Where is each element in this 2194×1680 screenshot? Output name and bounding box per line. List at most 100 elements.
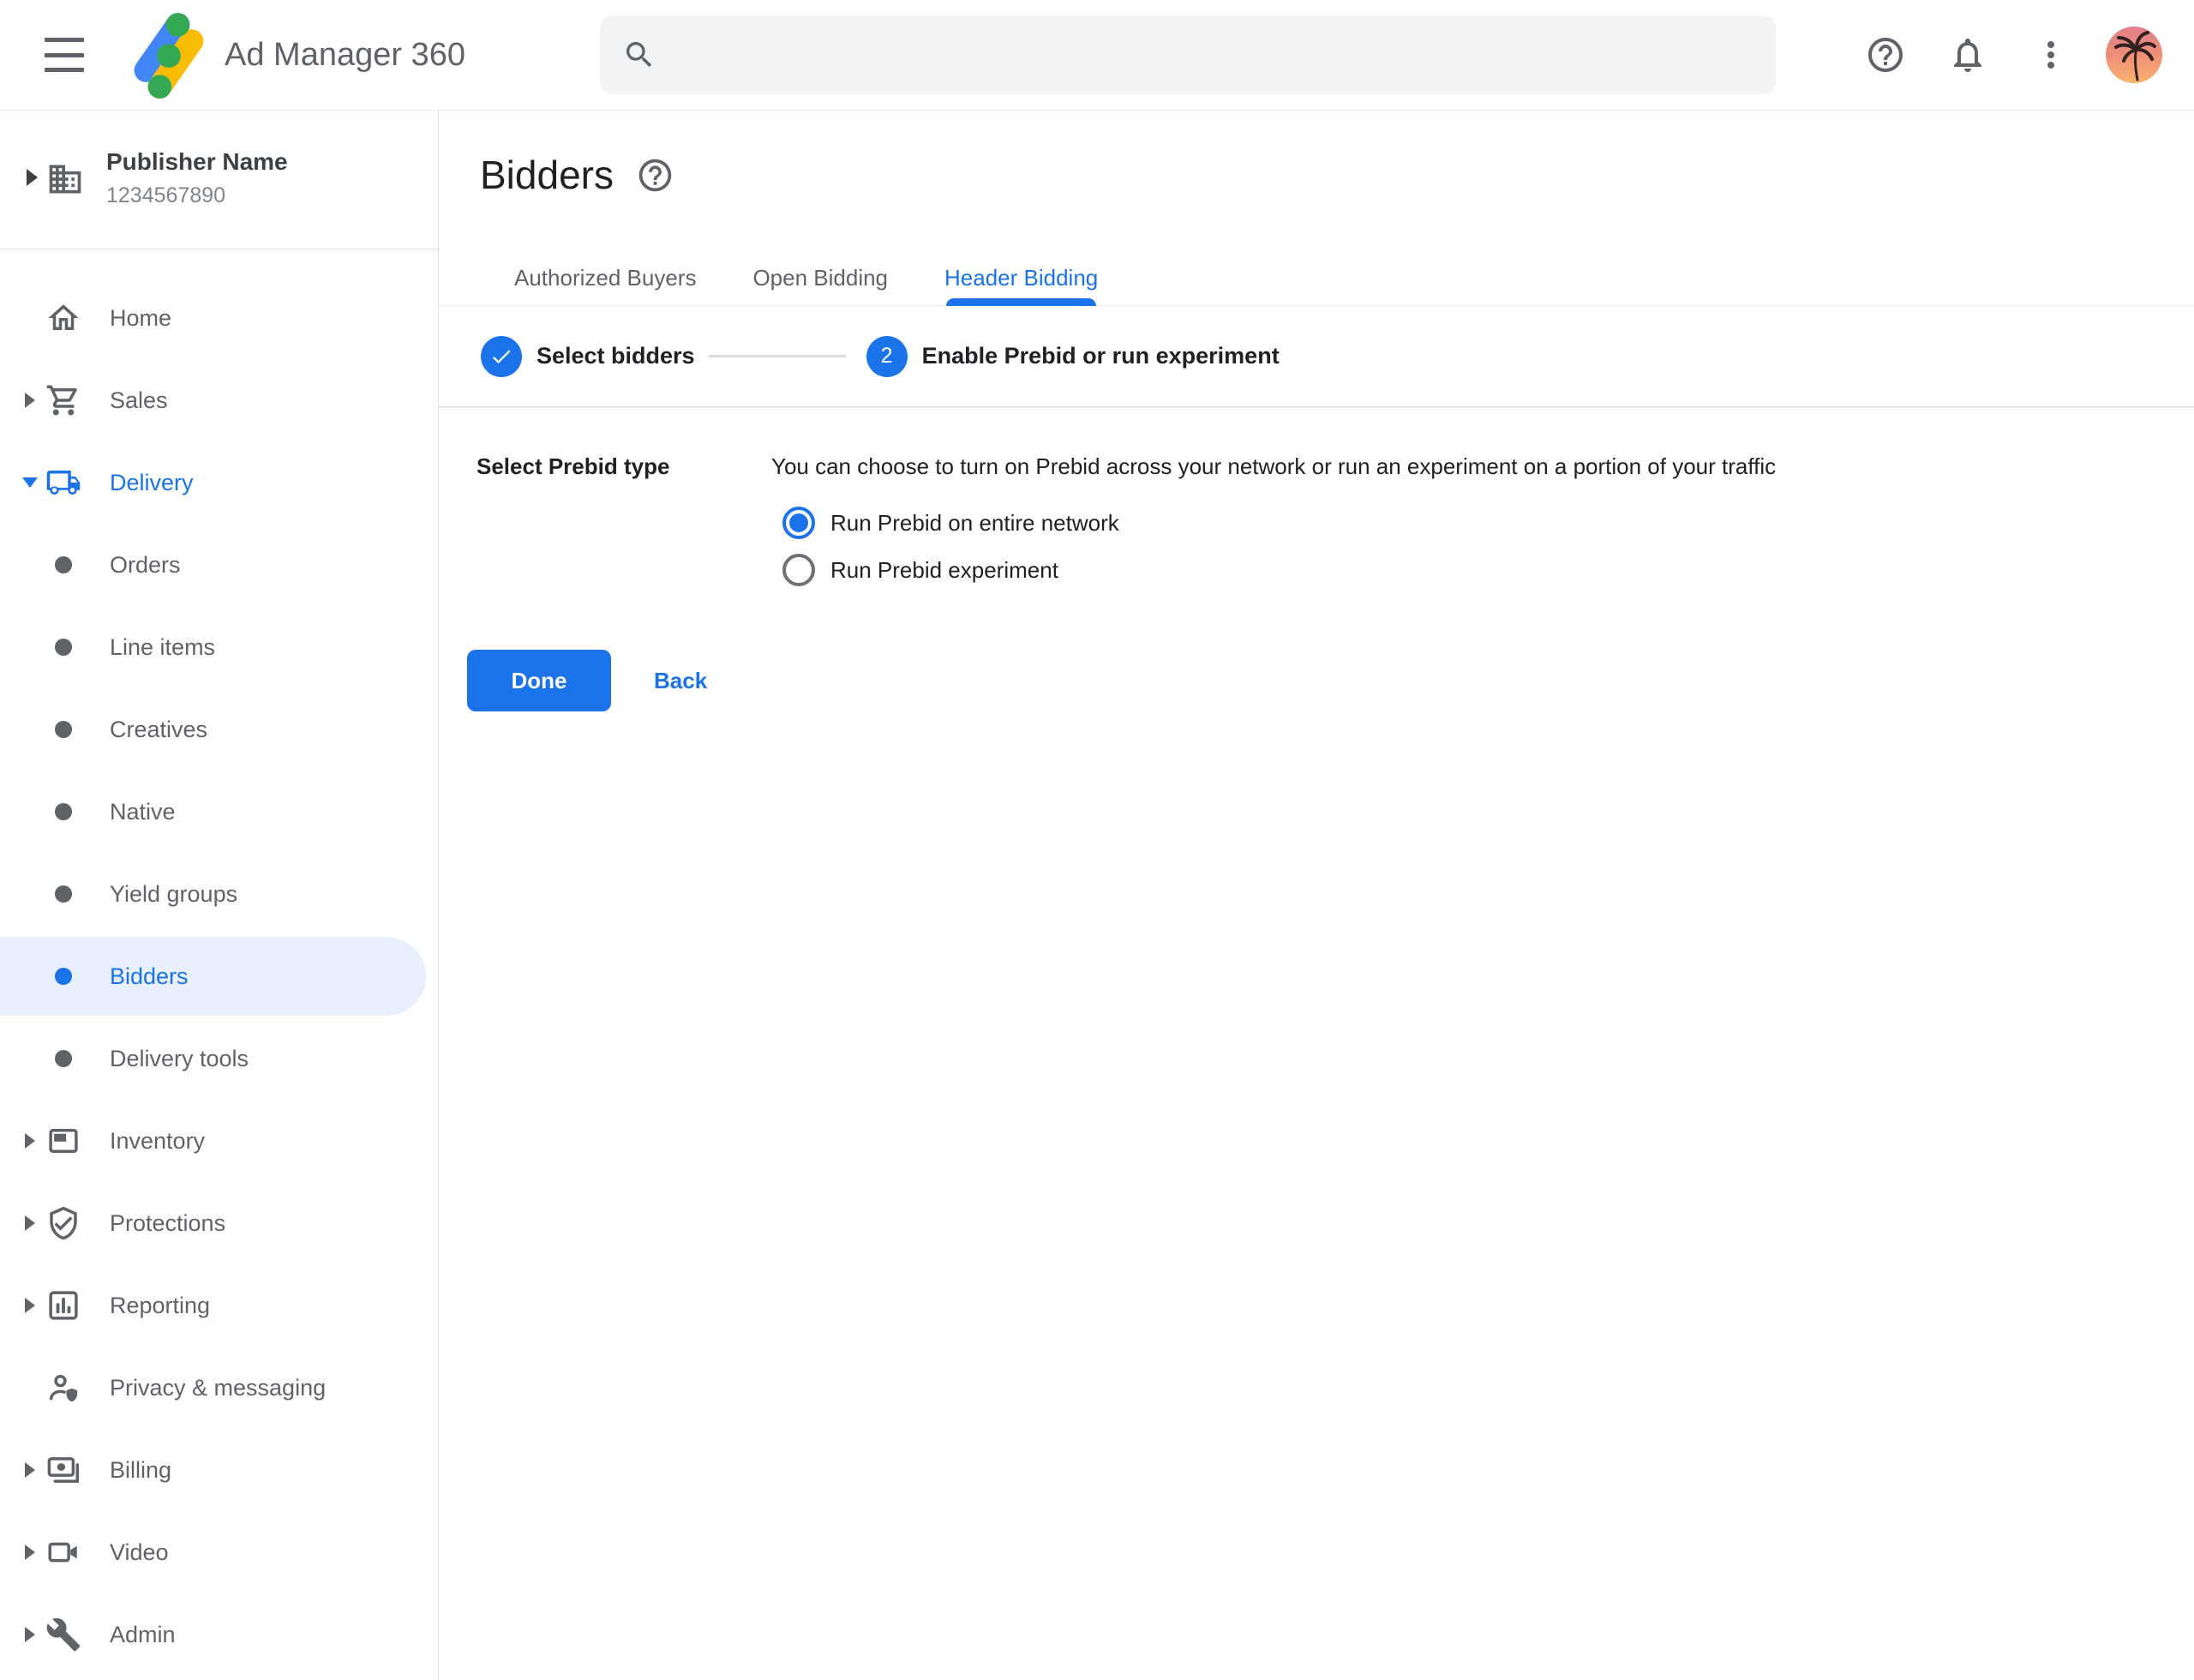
main-content: Bidders Authorized Buyers Open Bidding Hea… bbox=[439, 111, 2194, 1680]
app-header: Ad Manager 360 bbox=[0, 0, 2194, 111]
sidebar-item-label: Protections bbox=[110, 1210, 225, 1237]
menu-button[interactable] bbox=[45, 38, 84, 72]
radio-selected-icon[interactable] bbox=[782, 507, 815, 539]
sidebar-item-line-items[interactable]: Line items bbox=[0, 606, 438, 688]
app-title: Ad Manager 360 bbox=[225, 0, 465, 110]
page-help-button[interactable] bbox=[636, 156, 674, 195]
shield-check-icon bbox=[45, 1204, 82, 1242]
caret-slot bbox=[21, 1215, 39, 1231]
search-input[interactable] bbox=[674, 40, 1753, 69]
sidebar-item-bidders[interactable]: Bidders bbox=[0, 935, 438, 1017]
radio-option-label: Run Prebid experiment bbox=[830, 557, 1058, 584]
caret-slot bbox=[21, 1133, 39, 1149]
sidebar-item-label: Admin bbox=[110, 1622, 176, 1648]
done-button[interactable]: Done bbox=[467, 650, 611, 711]
sidebar-item-label: Privacy & messaging bbox=[110, 1375, 326, 1401]
step-1[interactable]: Select bidders bbox=[481, 336, 695, 377]
sidebar-item-protections[interactable]: Protections bbox=[0, 1182, 438, 1264]
tab-header-bidding[interactable]: Header Bidding bbox=[944, 251, 1098, 305]
step-2[interactable]: 2 Enable Prebid or run experiment bbox=[866, 336, 1280, 377]
sidebar-item-sales[interactable]: Sales bbox=[0, 359, 438, 441]
publisher-selector[interactable]: Publisher Name 1234567890 bbox=[0, 111, 438, 249]
step-2-label: Enable Prebid or run experiment bbox=[922, 343, 1280, 369]
sidebar-item-video[interactable]: Video bbox=[0, 1511, 438, 1593]
chevron-right-icon bbox=[25, 1215, 35, 1231]
chevron-right-icon bbox=[25, 1627, 35, 1642]
person-shield-icon bbox=[45, 1369, 82, 1407]
wrench-icon bbox=[45, 1616, 82, 1653]
bullet-icon bbox=[45, 957, 82, 995]
sidebar-item-orders[interactable]: Orders bbox=[0, 524, 438, 606]
chevron-right-icon bbox=[25, 1298, 35, 1313]
bell-icon bbox=[1947, 34, 1988, 75]
truck-icon bbox=[45, 464, 82, 501]
sidebar-item-label: Billing bbox=[110, 1457, 171, 1484]
banknote-icon bbox=[45, 1451, 82, 1489]
cart-icon bbox=[45, 381, 82, 419]
notifications-button[interactable] bbox=[1947, 34, 1988, 75]
sidebar: Publisher Name 1234567890 Home Sales Deliv… bbox=[0, 111, 439, 1680]
building-icon bbox=[46, 160, 84, 198]
bullet-icon bbox=[45, 546, 82, 584]
caret-slot bbox=[21, 1298, 39, 1313]
radio-unselected-icon[interactable] bbox=[782, 554, 815, 586]
bullet-icon bbox=[45, 628, 82, 666]
caret-slot bbox=[21, 1462, 39, 1478]
chevron-down-icon bbox=[22, 477, 38, 488]
sidebar-item-creatives[interactable]: Creatives bbox=[0, 688, 438, 771]
tab-bar: Authorized Buyers Open Bidding Header Bidd… bbox=[439, 251, 2194, 306]
tab-open-bidding[interactable]: Open Bidding bbox=[752, 251, 888, 305]
ad-manager-logo-icon bbox=[125, 11, 213, 99]
back-button[interactable]: Back bbox=[642, 650, 719, 711]
account-avatar[interactable] bbox=[2106, 27, 2162, 83]
sidebar-item-label: Yield groups bbox=[110, 881, 237, 908]
sidebar-item-reporting[interactable]: Reporting bbox=[0, 1264, 438, 1347]
radio-run-prebid-experiment[interactable]: Run Prebid experiment bbox=[782, 554, 1058, 586]
sidebar-item-label: Line items bbox=[110, 634, 215, 661]
sidebar-item-admin[interactable]: Admin bbox=[0, 1593, 438, 1676]
caret-slot bbox=[21, 393, 39, 408]
sidebar-item-billing[interactable]: Billing bbox=[0, 1429, 438, 1511]
sidebar-item-inventory[interactable]: Inventory bbox=[0, 1100, 438, 1182]
help-icon bbox=[636, 156, 674, 195]
step-2-number: 2 bbox=[866, 336, 908, 377]
page-title-row: Bidders bbox=[480, 152, 674, 198]
form-field-label: Select Prebid type bbox=[477, 453, 669, 480]
radio-run-prebid-on-entire-network[interactable]: Run Prebid on entire network bbox=[782, 507, 1119, 539]
sidebar-item-delivery-tools[interactable]: Delivery tools bbox=[0, 1017, 438, 1100]
chevron-right-icon bbox=[25, 393, 35, 408]
bullet-icon bbox=[45, 875, 82, 913]
sidebar-item-label: Orders bbox=[110, 552, 181, 579]
publisher-id: 1234567890 bbox=[106, 183, 225, 208]
sidebar-item-delivery[interactable]: Delivery bbox=[0, 441, 438, 524]
tab-authorized-buyers[interactable]: Authorized Buyers bbox=[514, 251, 696, 305]
chevron-right-icon bbox=[25, 1133, 35, 1149]
form-field-description: You can choose to turn on Prebid across … bbox=[771, 453, 1776, 480]
stepper: Select bidders 2 Enable Prebid or run ex… bbox=[439, 306, 2194, 407]
hamburger-icon bbox=[45, 38, 84, 42]
sidebar-item-label: Inventory bbox=[110, 1128, 205, 1155]
bullet-icon bbox=[45, 793, 82, 831]
more-vert-icon bbox=[2030, 34, 2071, 75]
sidebar-item-privacy-messaging[interactable]: Privacy & messaging bbox=[0, 1347, 438, 1429]
sidebar-item-label: Home bbox=[110, 305, 171, 332]
sidebar-item-label: Delivery tools bbox=[110, 1046, 249, 1072]
sidebar-item-label: Video bbox=[110, 1539, 169, 1566]
sidebar-item-label: Creatives bbox=[110, 717, 207, 743]
page-title: Bidders bbox=[480, 152, 614, 198]
help-button[interactable] bbox=[1865, 34, 1906, 75]
palm-tree-image bbox=[2106, 27, 2162, 83]
more-options-button[interactable] bbox=[2030, 34, 2071, 75]
sidebar-item-label: Sales bbox=[110, 387, 168, 414]
bullet-icon bbox=[45, 711, 82, 748]
step-1-label: Select bidders bbox=[537, 343, 695, 369]
sidebar-item-home[interactable]: Home bbox=[0, 277, 438, 359]
step-connector bbox=[709, 355, 846, 357]
global-search[interactable] bbox=[600, 15, 1776, 94]
bullet-icon bbox=[45, 1040, 82, 1077]
sidebar-item-native[interactable]: Native bbox=[0, 771, 438, 853]
sidebar-item-yield-groups[interactable]: Yield groups bbox=[0, 853, 438, 935]
chevron-right-icon bbox=[25, 1462, 35, 1478]
home-icon bbox=[45, 299, 82, 337]
caret-slot bbox=[21, 1545, 39, 1560]
